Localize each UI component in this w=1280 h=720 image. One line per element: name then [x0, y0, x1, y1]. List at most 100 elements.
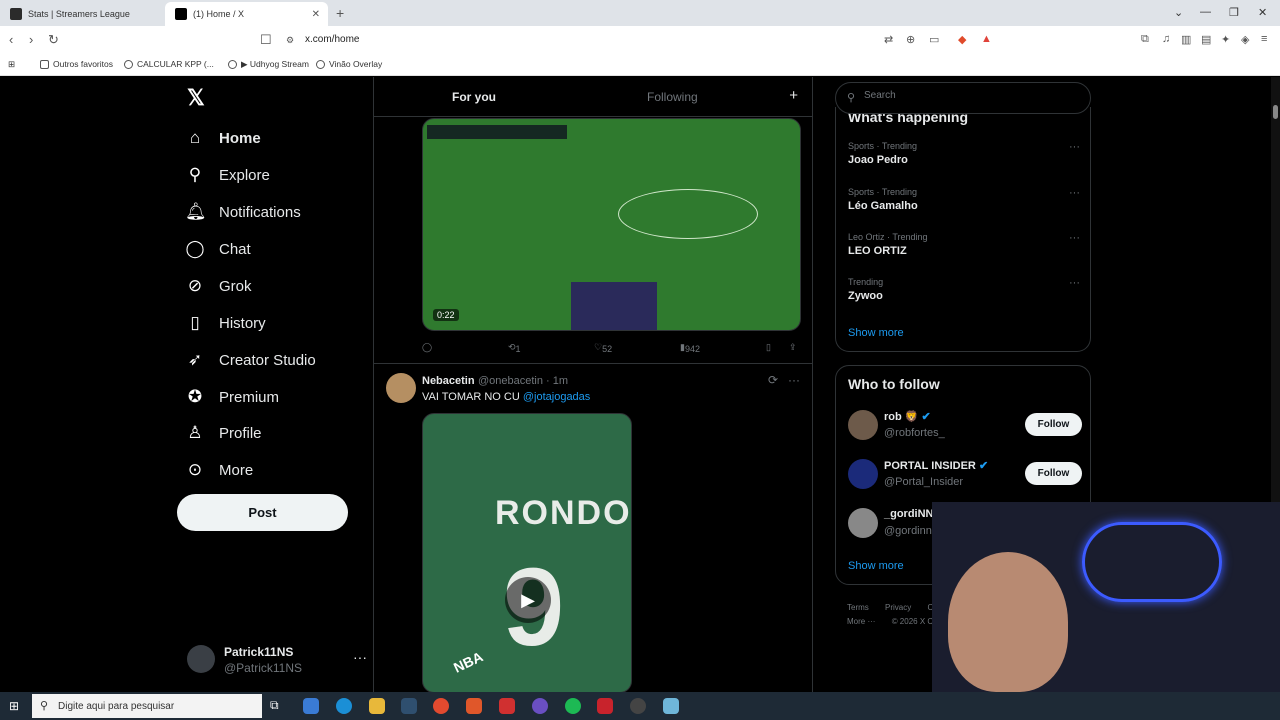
show-more-link[interactable]: Show more [848, 327, 904, 339]
bookmark-folder[interactable]: Outros favoritos [40, 59, 113, 69]
edge-icon[interactable] [336, 698, 352, 714]
nav-item-home[interactable]: ⌂ Home [185, 123, 261, 153]
taskbar-search[interactable]: ⚲ Digite aqui para pesquisar [32, 694, 262, 718]
bookmark-item[interactable]: Vinão Overlay [316, 59, 382, 69]
views-button[interactable]: ▮ 942 [680, 342, 700, 354]
browser-tab-stats[interactable]: Stats | Streamers League [0, 2, 165, 26]
follow-suggestion[interactable]: PORTAL INSIDER ✔ @Portal_Insider Follow [848, 457, 1082, 493]
avatar[interactable] [848, 410, 878, 440]
tweet-video[interactable]: RONDO 9 ▶ NBA [422, 413, 632, 692]
zoom-icon[interactable]: ⊕ [906, 33, 915, 46]
nav-item-grok[interactable]: ⊘ Grok [185, 271, 252, 301]
scrollbar-thumb[interactable] [1273, 105, 1278, 119]
share-icon[interactable]: ⇪ [789, 342, 797, 353]
bookmark-item[interactable]: CALCULAR KPP (... [124, 59, 214, 69]
avatar[interactable] [848, 459, 878, 489]
cast-icon[interactable]: ▭ [929, 33, 939, 46]
extensions-icon[interactable]: ⧉ [1141, 33, 1149, 46]
follow-button[interactable]: Follow [1025, 462, 1082, 485]
back-icon[interactable]: ‹ [9, 32, 13, 47]
nav-item-explore[interactable]: ⚲ Explore [185, 160, 270, 190]
close-window-icon[interactable]: ✕ [1258, 6, 1267, 19]
leo-icon[interactable]: ✦ [1221, 33, 1230, 46]
vivaldi-icon[interactable] [499, 698, 515, 714]
tab-search-icon[interactable]: ⌄ [1174, 6, 1183, 19]
search-input[interactable] [864, 90, 1064, 101]
nav-item-creator-studio[interactable]: ➶ Creator Studio [185, 345, 316, 375]
follow-suggestion[interactable]: rob 🦁 ✔ @robfortes_ Follow [848, 408, 1082, 444]
bookmark-icon[interactable]: ▯ [766, 342, 771, 353]
tab-following[interactable]: Following [647, 90, 698, 104]
more-horizontal-icon[interactable]: ··· [1069, 277, 1080, 289]
avatar[interactable] [848, 508, 878, 538]
avatar[interactable] [386, 373, 416, 403]
footer-terms[interactable]: Terms [847, 603, 869, 612]
add-feed-icon[interactable]: + [789, 87, 798, 104]
site-info-icon[interactable]: ⚙ [286, 35, 294, 46]
trend-item[interactable]: Sports · Trending Joao Pedro ··· [848, 141, 1080, 177]
more-horizontal-icon[interactable]: ··· [1069, 232, 1080, 244]
nav-item-notifications[interactable]: 🔔︎ Notifications [185, 197, 301, 227]
media-icon[interactable]: ♫ [1162, 33, 1170, 45]
nav-item-more[interactable]: ⊙ More [185, 455, 253, 485]
trend-item[interactable]: Leo Ortiz · Trending LEO ORTIZ ··· [848, 232, 1080, 268]
trend-item[interactable]: Trending Zywoo ··· [848, 277, 1080, 313]
nav-item-profile[interactable]: ♙ Profile [185, 418, 261, 448]
tweet-author-name[interactable]: Nebacetin [422, 375, 475, 387]
url-field[interactable]: x.com/home [305, 34, 359, 45]
vpn-icon[interactable]: ◈ [1241, 33, 1249, 46]
search-box[interactable]: ⚲ [835, 82, 1091, 114]
more-horizontal-icon[interactable]: ··· [1069, 187, 1080, 199]
tab-for-you[interactable]: For you [452, 90, 496, 104]
minimize-icon[interactable]: — [1200, 6, 1211, 18]
footer-more[interactable]: More ··· [847, 617, 875, 626]
play-icon[interactable]: ▶ [505, 577, 551, 623]
translate-icon[interactable]: ⇄ [884, 33, 893, 46]
brave-icon[interactable] [466, 698, 482, 714]
like-button[interactable]: ♡ 52 [594, 342, 612, 354]
follow-button[interactable]: Follow [1025, 413, 1082, 436]
voicemeeter-icon[interactable] [597, 698, 613, 714]
account-switcher[interactable]: Patrick11NS @Patrick11NS ··· [187, 643, 367, 679]
nav-item-premium[interactable]: ✪ Premium [185, 382, 279, 412]
discord-icon[interactable] [532, 698, 548, 714]
task-view-icon[interactable]: ⧉ [270, 698, 286, 714]
new-tab-icon[interactable]: + [336, 5, 344, 21]
sidebar-icon[interactable]: ▥ [1181, 33, 1191, 46]
app-icon[interactable] [401, 698, 417, 714]
menu-icon[interactable]: ≡ [1261, 33, 1267, 45]
grok-icon[interactable]: ⟳ [768, 373, 778, 387]
nav-item-history[interactable]: ▯ History [185, 308, 265, 338]
apps-icon[interactable]: ⊞ [8, 59, 15, 70]
app-icon[interactable] [663, 698, 679, 714]
spotify-icon[interactable] [565, 698, 581, 714]
chrome-icon[interactable] [433, 698, 449, 714]
wallet-icon[interactable]: ▤ [1201, 33, 1211, 46]
show-more-link[interactable]: Show more [848, 560, 904, 572]
tweet-video[interactable]: 0:22 [422, 118, 801, 331]
file-explorer-icon[interactable] [369, 698, 385, 714]
brave-shields-icon[interactable]: ◆ [958, 33, 966, 46]
close-tab-icon[interactable]: ✕ [312, 9, 320, 20]
footer-privacy[interactable]: Privacy [885, 603, 911, 612]
brave-rewards-icon[interactable]: ▲ [981, 33, 992, 45]
more-horizontal-icon[interactable]: ··· [1069, 141, 1080, 153]
bookmark-item[interactable]: ▶ Udhyog Stream [228, 59, 309, 70]
maximize-icon[interactable]: ❐ [1229, 6, 1239, 19]
browser-tab-x[interactable]: (1) Home / X ✕ [165, 2, 328, 26]
windows-start-icon[interactable]: ⊞ [9, 699, 19, 713]
reload-icon[interactable]: ↻ [48, 32, 59, 48]
trend-item[interactable]: Sports · Trending Léo Gamalho ··· [848, 187, 1080, 223]
more-horizontal-icon[interactable]: ··· [788, 373, 800, 387]
bookmark-page-icon[interactable]: ☐ [260, 32, 272, 48]
reply-icon[interactable]: ◯ [422, 342, 432, 353]
more-horizontal-icon[interactable]: ··· [353, 649, 367, 665]
obs-icon[interactable] [630, 698, 646, 714]
forward-icon[interactable]: › [29, 32, 33, 47]
mention-link[interactable]: @jotajogadas [523, 391, 590, 403]
copilot-icon[interactable] [303, 698, 319, 714]
post-button[interactable]: Post [177, 494, 348, 531]
repost-button[interactable]: ⟲ 1 [508, 342, 521, 354]
nav-item-chat[interactable]: ◯ Chat [185, 234, 250, 264]
x-logo-icon[interactable]: 𝕏 [187, 85, 205, 111]
